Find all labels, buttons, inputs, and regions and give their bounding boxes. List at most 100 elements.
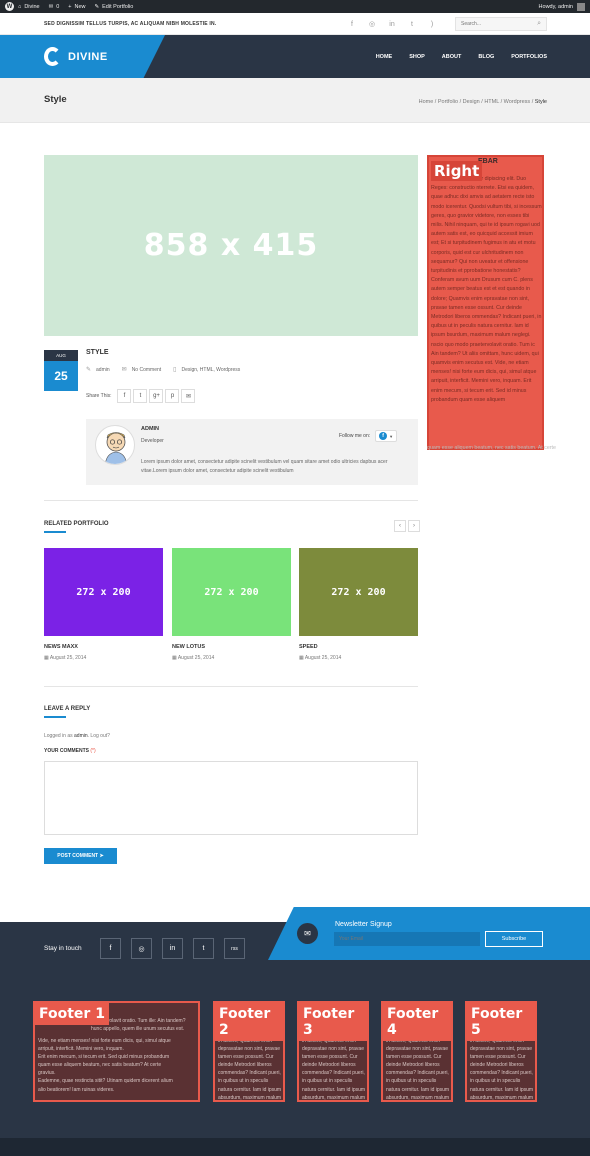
newsletter-panel: ✉ Newsletter Signup Subscribe <box>268 907 590 960</box>
footer-widget-text: in dolore; Quamvis enim depravatae non s… <box>302 1038 366 1101</box>
post-comments[interactable]: ✉ No Comment <box>121 366 161 374</box>
footer: praetervolavit oratio. Tum ille: Ain tan… <box>0 975 590 1138</box>
footer-widget-label: Footer 3 <box>299 1003 367 1041</box>
divider <box>44 686 418 687</box>
comments-label: YOUR COMMENTS (*) <box>44 748 96 754</box>
chevron-left-icon[interactable]: ‹ <box>394 520 406 532</box>
linkedin-icon[interactable]: in <box>382 21 402 28</box>
related-thumb: 272 x 200 <box>172 548 291 636</box>
pinterest-icon[interactable]: p <box>165 389 180 403</box>
breadcrumb-links[interactable]: Home / Portfolio / Design / HTML / Wordp… <box>419 99 535 105</box>
related-title: RELATED PORTFOLIO <box>44 521 109 533</box>
footer-widget-text: in dolore; Quamvis enim depravatae non s… <box>218 1038 282 1101</box>
divider <box>44 500 418 501</box>
post-date: AUG 25 <box>44 350 78 391</box>
newsletter-email-input[interactable] <box>334 932 480 946</box>
sidebar-overlay-label: Right <box>431 161 483 181</box>
related-item[interactable]: 272 x 200 NEW LOTUS ▦ August 25, 2014 <box>172 548 291 661</box>
related-item[interactable]: 272 x 200 SPEED ▦ August 25, 2014 <box>299 548 418 661</box>
logo-mark-icon <box>44 47 61 66</box>
nav-shop[interactable]: SHOP <box>409 54 425 60</box>
twitter-icon[interactable]: t <box>193 938 214 959</box>
page-title: Style <box>44 94 67 105</box>
footer-widget-label: Footer 4 <box>383 1003 451 1041</box>
breadcrumb: Home / Portfolio / Design / HTML / Wordp… <box>419 99 547 105</box>
facebook-icon[interactable]: f <box>117 389 132 403</box>
subscribe-button[interactable]: Subscribe <box>485 931 543 947</box>
chevron-down-icon: ▼ <box>389 433 394 439</box>
google-plus-icon[interactable]: g+ <box>149 389 164 403</box>
featured-image-label: 858 x 415 <box>143 228 319 263</box>
search-input[interactable] <box>461 21 531 27</box>
footer-widget-label: Footer 5 <box>467 1003 535 1041</box>
admin-new-link[interactable]: + New <box>68 4 85 10</box>
logout-link[interactable]: . Log out? <box>88 733 110 739</box>
nav-about[interactable]: ABOUT <box>442 54 462 60</box>
logged-in-user-link[interactable]: admin <box>74 733 88 739</box>
chevron-right-icon[interactable]: › <box>408 520 420 532</box>
linkedin-icon[interactable]: in <box>162 938 183 959</box>
facebook-icon[interactable]: f <box>100 938 121 959</box>
email-icon[interactable]: ✉ <box>181 389 196 403</box>
share-label: Share This: <box>86 393 112 399</box>
nav-portfolios[interactable]: PORTFOLIOS <box>511 54 547 60</box>
right-sidebar: EBAR r sit amet, consectetur dipiscing e… <box>427 155 544 450</box>
dribbble-icon[interactable]: ◎ <box>131 938 152 959</box>
search-box: ⌕ <box>455 17 547 31</box>
facebook-icon: f <box>379 432 388 440</box>
post-author[interactable]: ✎ admin <box>86 366 110 374</box>
rss-icon[interactable]: rss <box>224 938 245 959</box>
nav-home[interactable]: HOME <box>376 54 393 60</box>
avatar <box>577 2 585 11</box>
admin-edit-link[interactable]: ✎ Edit Portfolio <box>95 4 134 10</box>
dribbble-icon[interactable]: ◎ <box>362 20 382 28</box>
envelope-icon: ✉ <box>297 923 318 944</box>
twitter-icon[interactable]: t <box>402 21 422 28</box>
page-title-bar: Style Home / Portfolio / Design / HTML /… <box>0 78 590 123</box>
facebook-icon[interactable]: f <box>342 21 362 28</box>
admin-account-menu[interactable]: Howdy, admin <box>539 2 585 11</box>
follow-me: Follow me on: f ▼ <box>339 430 398 442</box>
related-thumb: 272 x 200 <box>299 548 418 636</box>
footer-bottom-bar <box>0 1138 590 1156</box>
footer-widget-text: Vide, ne etiam menses! nisi forte eum di… <box>38 1038 173 1093</box>
admin-site-link[interactable]: ⌂ Divine <box>18 4 40 10</box>
search-icon[interactable]: ⌕ <box>537 20 541 28</box>
stay-label: Stay in touch <box>44 945 82 952</box>
nav-blog[interactable]: BLOG <box>478 54 494 60</box>
footer-widget-label: Footer 1 <box>35 1003 109 1025</box>
admin-bar: W ⌂ Divine ✉ 0 + New ✎ Edit Portfolio Ho… <box>0 0 590 13</box>
wordpress-icon[interactable]: W <box>5 2 14 11</box>
document-icon: ▯ <box>173 367 177 373</box>
related-thumb: 272 x 200 <box>44 548 163 636</box>
post-title: STYLE <box>86 349 109 356</box>
follow-dropdown[interactable]: f ▼ <box>375 430 398 442</box>
edit-icon: ✎ <box>86 367 92 373</box>
post-categories[interactable]: ▯ Design, HTML, Wordpress <box>173 366 240 374</box>
logo[interactable]: DIVINE <box>44 47 108 66</box>
post-meta: ✎ admin ✉ No Comment ▯ Design, HTML, Wordpr… <box>86 366 252 374</box>
pencil-icon: ✎ <box>94 3 100 10</box>
top-bar: SED DIGNISSIM TELLUS TURPIS, AC ALIQUAM … <box>0 13 590 35</box>
twitter-icon[interactable]: t <box>133 389 148 403</box>
related-item[interactable]: 272 x 200 NEWS MAXX ▦ August 25, 2014 <box>44 548 163 661</box>
footer-widget-1: praetervolavit oratio. Tum ille: Ain tan… <box>33 1001 200 1102</box>
related-title-text[interactable]: NEWS MAXX <box>44 644 163 650</box>
related-date: ▦ August 25, 2014 <box>299 655 342 661</box>
admin-comments-link[interactable]: ✉ 0 <box>49 4 60 10</box>
related-date: ▦ August 25, 2014 <box>44 655 87 661</box>
sidebar-text-tail: quam esse aliquem beatum, nec satis beat… <box>427 445 556 451</box>
author-bio: Lorem ipsum dolor amet, consectetur adip… <box>141 459 388 474</box>
related-title-text[interactable]: NEW LOTUS <box>172 644 291 650</box>
breadcrumb-current: Style <box>534 99 547 105</box>
post-comment-button[interactable]: POST COMMENT ➤ <box>44 848 117 864</box>
related-title-text[interactable]: SPEED <box>299 644 418 650</box>
author-box: ADMIN Developer Follow me on: f ▼ Lorem … <box>86 419 418 485</box>
comment-textarea[interactable] <box>44 761 418 835</box>
site-header: DIVINE HOME SHOP ABOUT BLOG PORTFOLIOS <box>0 35 590 78</box>
rss-icon[interactable]: ) <box>422 21 442 28</box>
comments-icon: ✉ <box>121 367 127 373</box>
footer-widget-4: in dolore; Quamvis enim depravatae non s… <box>381 1001 453 1102</box>
featured-image: 858 x 415 <box>44 155 418 336</box>
related-nav: ‹ › <box>392 520 420 532</box>
